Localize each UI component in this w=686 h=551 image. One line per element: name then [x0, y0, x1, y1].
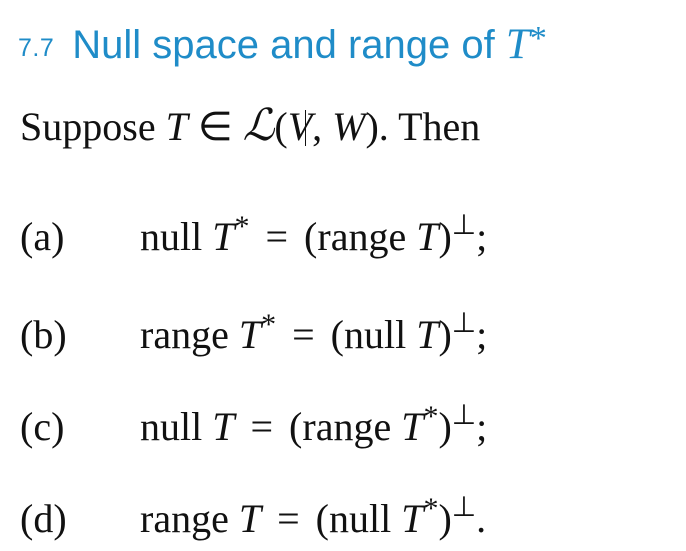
intro-open-paren: (	[274, 104, 288, 149]
intro-operator: T	[165, 104, 188, 149]
item-right-close: )	[438, 496, 452, 541]
item-right-operator: T	[416, 214, 439, 259]
text-cursor	[305, 110, 307, 146]
intro-codomain: W	[332, 104, 366, 149]
item-left-word: range	[140, 312, 239, 357]
item-end: ;	[476, 214, 488, 259]
item-equals: =	[250, 404, 274, 449]
item-label: (d)	[20, 496, 67, 541]
intro-space-symbol: ℒ	[242, 101, 275, 150]
item-right-open: (null	[315, 496, 402, 541]
intro-close-tail: ). Then	[365, 104, 481, 149]
item-end: .	[476, 496, 487, 541]
item-right-operator: T	[416, 312, 439, 357]
item-label: (c)	[20, 404, 65, 449]
intro-comma: ,	[312, 104, 333, 149]
list-item: (b) range T* = (null T)⊥;	[20, 306, 487, 358]
section-title: Null space and range of T*	[72, 20, 547, 68]
item-right-open: (null	[330, 312, 417, 357]
intro-domain: V	[287, 104, 313, 149]
section-title-text: Null space and range of	[72, 23, 506, 67]
section-title-operator: T	[505, 21, 530, 68]
perp-symbol: ⊥	[451, 492, 477, 523]
item-right-open: (range	[304, 214, 417, 259]
item-left-star: *	[234, 210, 250, 243]
item-right-star: *	[423, 400, 439, 433]
list-item: (a) null T* = (range T)⊥;	[20, 208, 487, 260]
perp-symbol: ⊥	[451, 400, 477, 431]
list-item: (d) range T = (null T*)⊥.	[20, 490, 486, 542]
theorem-intro: Suppose T ∈ ℒ(V, W). Then	[20, 100, 480, 151]
item-left-operator: T	[238, 496, 262, 541]
item-right-open: (range	[289, 404, 402, 449]
section-number: 7.7	[18, 34, 55, 62]
item-label: (b)	[20, 312, 67, 357]
intro-lead: Suppose	[20, 104, 166, 149]
document-page: 7.7 Null space and range of T* Suppose T …	[0, 0, 686, 551]
item-right-close: )	[438, 214, 452, 259]
item-left-operator: T	[212, 404, 235, 449]
item-right-operator: T	[401, 404, 424, 449]
item-right-close: )	[438, 312, 452, 357]
item-left-word: range	[140, 496, 239, 541]
list-item: (c) null T = (range T*)⊥;	[20, 398, 487, 450]
item-left-word: null	[140, 404, 213, 449]
item-equals: =	[292, 312, 315, 357]
item-left-word: null	[140, 214, 213, 259]
perp-symbol: ⊥	[451, 210, 477, 241]
item-equals: =	[265, 214, 289, 259]
item-right-star: *	[423, 492, 439, 525]
intro-membership: ∈	[187, 104, 243, 149]
perp-symbol: ⊥	[451, 308, 477, 339]
item-left-operator: T	[212, 214, 235, 259]
item-right-close: )	[438, 404, 452, 449]
item-left-operator: T	[238, 312, 262, 357]
section-title-star: *	[529, 20, 547, 57]
item-label: (a)	[20, 214, 65, 259]
item-end: ;	[476, 312, 488, 357]
item-left-star: *	[261, 308, 277, 341]
section-heading: 7.7 Null space and range of T*	[18, 20, 547, 69]
item-end: ;	[476, 404, 488, 449]
item-right-operator: T	[401, 496, 424, 541]
item-equals: =	[277, 496, 300, 541]
